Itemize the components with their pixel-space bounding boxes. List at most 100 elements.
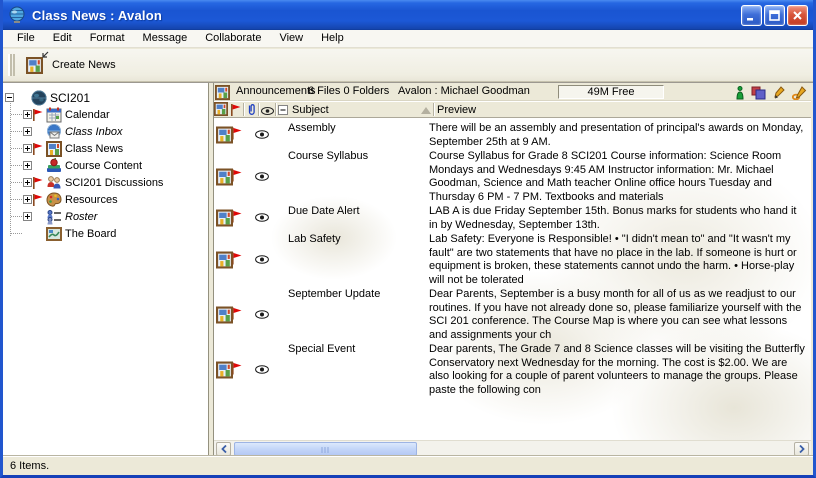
unread-flag-icon: [33, 177, 43, 189]
tree-item-class-inbox[interactable]: Class Inbox: [3, 123, 208, 140]
message-preview: Dear parents, The Grade 7 and 8 Science …: [429, 342, 806, 397]
file-folder-counts: 6 Files 0 Folders: [308, 85, 389, 97]
main-area: SCI201 Calendar: [3, 82, 813, 455]
tree-label-resources: Resources: [65, 193, 118, 206]
status-bar: 6 Items.: [3, 455, 813, 475]
create-news-label: Create News: [52, 59, 116, 71]
message-preview: LAB A is due Friday September 15th. Bonu…: [429, 204, 806, 232]
attachment-column-icon[interactable]: [246, 103, 257, 119]
tree-label-roster: Roster: [65, 210, 97, 223]
menu-view[interactable]: View: [270, 31, 312, 46]
scroll-right-button[interactable]: [794, 442, 809, 456]
tree-item-course-content[interactable]: Course Content: [3, 157, 208, 174]
edit-pencil-icon[interactable]: [773, 86, 785, 100]
unread-flag-icon: [232, 127, 242, 140]
flag-column-icon[interactable]: [231, 104, 241, 119]
signature-pencil-icon[interactable]: [792, 86, 807, 100]
subject-column-header[interactable]: Subject: [292, 104, 329, 116]
connection-info: Avalon : Michael Goodman: [398, 85, 530, 97]
message-row[interactable]: Lab Safety Lab Safety: Everyone is Respo…: [214, 232, 811, 287]
viewed-eye-icon: [244, 253, 280, 267]
tree-item-calendar[interactable]: Calendar: [3, 106, 208, 123]
expand-icon[interactable]: [23, 178, 32, 187]
unread-flag-icon: [232, 210, 242, 223]
sort-arrow-icon[interactable]: [421, 107, 431, 114]
menu-format[interactable]: Format: [81, 31, 134, 46]
message-type-column-icon[interactable]: [214, 102, 228, 119]
menu-message[interactable]: Message: [134, 31, 197, 46]
message-subject: September Update: [280, 287, 429, 302]
tree-item-the-board[interactable]: The Board: [3, 225, 208, 242]
message-preview: There will be an assembly and presentati…: [429, 121, 806, 149]
message-subject: Assembly: [280, 121, 429, 136]
create-news-button[interactable]: Create News: [21, 51, 125, 79]
toolbar-gripper[interactable]: [8, 54, 15, 76]
news-icon: [46, 141, 62, 157]
unread-flag-icon: [232, 307, 242, 320]
viewed-column-icon[interactable]: [261, 106, 274, 118]
tree-item-class-news[interactable]: Class News: [3, 140, 208, 157]
message-row[interactable]: Course Syllabus Course Syllabus for Grad…: [214, 149, 811, 204]
people-icon: [46, 175, 62, 191]
window-title: Class News : Avalon: [32, 8, 162, 23]
unread-flag-icon: [33, 109, 43, 121]
message-row[interactable]: September Update Dear Parents, September…: [214, 287, 811, 342]
conference-globe-icon: [31, 90, 47, 106]
copy-pages-icon[interactable]: [751, 86, 766, 100]
maximize-button[interactable]: [764, 5, 785, 26]
tree-item-resources[interactable]: Resources: [3, 191, 208, 208]
title-bar[interactable]: Class News : Avalon: [0, 0, 816, 30]
menu-collaborate[interactable]: Collaborate: [196, 31, 270, 46]
tree-label-calendar: Calendar: [65, 108, 110, 121]
tree-label-class-news: Class News: [65, 142, 123, 155]
inbox-icon: [46, 124, 62, 140]
expand-icon[interactable]: [23, 161, 32, 170]
message-row[interactable]: Due Date Alert LAB A is due Friday Septe…: [214, 204, 811, 232]
tree-label-sci201: SCI201: [50, 90, 90, 105]
menu-help[interactable]: Help: [312, 31, 353, 46]
message-subject: Special Event: [280, 342, 429, 357]
scroll-left-button[interactable]: [216, 442, 231, 456]
viewed-eye-icon: [244, 170, 280, 184]
news-message-icon: [216, 209, 233, 227]
expand-icon[interactable]: [23, 195, 32, 204]
create-news-icon: [26, 55, 46, 75]
close-button[interactable]: [787, 5, 808, 26]
collapse-expander-icon[interactable]: [5, 93, 14, 102]
folder-name: Announcements: [236, 85, 316, 97]
palette-icon: [46, 192, 62, 208]
expand-icon[interactable]: [23, 144, 32, 153]
panel-toolbar: [736, 85, 807, 101]
tree-item-roster[interactable]: Roster: [3, 208, 208, 225]
tree-label-the-board: The Board: [65, 227, 116, 240]
tree-item-sci201[interactable]: SCI201: [3, 89, 208, 106]
horizontal-scrollbar[interactable]: [214, 440, 811, 456]
tree-label-course-content: Course Content: [65, 159, 142, 172]
collapse-all-icon[interactable]: [278, 105, 288, 118]
message-preview: Dear Parents, September is a busy month …: [429, 287, 806, 342]
viewed-eye-icon: [244, 363, 280, 377]
viewed-eye-icon: [244, 308, 280, 322]
tree-item-discussions[interactable]: SCI201 Discussions: [3, 174, 208, 191]
menu-edit[interactable]: Edit: [44, 31, 81, 46]
books-icon: [46, 158, 62, 174]
menu-file[interactable]: File: [8, 31, 44, 46]
minimize-button[interactable]: [741, 5, 762, 26]
status-item-count: 6 Items.: [10, 460, 49, 472]
expand-icon[interactable]: [23, 110, 32, 119]
toolbar: Create News: [3, 49, 813, 82]
scrollbar-thumb[interactable]: [234, 442, 417, 456]
roster-icon: [46, 209, 62, 225]
expand-icon[interactable]: [23, 212, 32, 221]
message-panel: Announcements 6 Files 0 Folders Avalon :…: [214, 83, 811, 455]
news-message-icon: [216, 306, 233, 324]
unread-flag-icon: [33, 194, 43, 206]
menu-bar: File Edit Format Message Collaborate Vie…: [3, 30, 813, 48]
preview-column-header[interactable]: Preview: [437, 104, 476, 116]
storage-gauge: 49M Free: [558, 85, 664, 99]
expand-icon[interactable]: [23, 127, 32, 136]
message-row[interactable]: Special Event Dear parents, The Grade 7 …: [214, 342, 811, 397]
online-user-icon[interactable]: [736, 86, 744, 100]
message-list: Assembly There will be an assembly and p…: [214, 118, 811, 440]
message-row[interactable]: Assembly There will be an assembly and p…: [214, 121, 811, 149]
